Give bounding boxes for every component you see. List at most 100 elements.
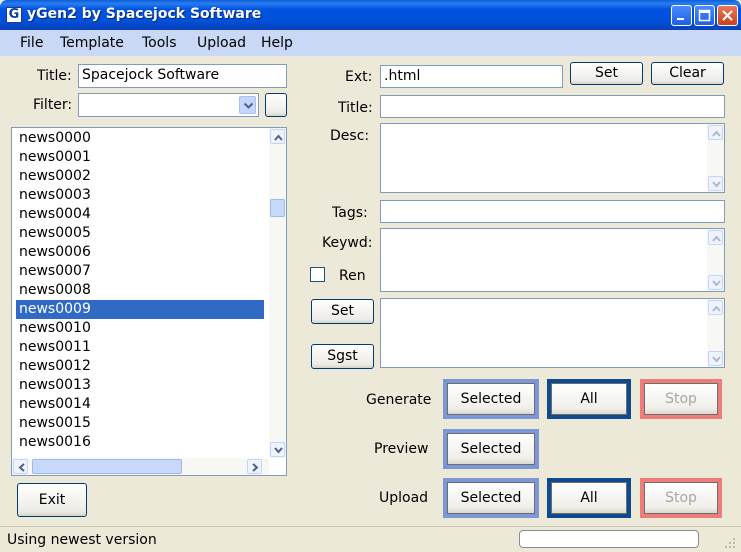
list-item[interactable]: news0016	[16, 433, 264, 452]
generate-selected-frame: Selected	[443, 379, 539, 419]
chevron-left-icon	[18, 463, 25, 472]
set-button[interactable]: Set	[311, 299, 374, 324]
scroll-up-button[interactable]	[270, 129, 285, 144]
filter-apply-button[interactable]	[265, 93, 287, 117]
chevron-right-icon	[252, 463, 259, 472]
preview-selected-button[interactable]: Selected	[447, 433, 535, 465]
generate-label: Generate	[366, 392, 432, 408]
menu-tools[interactable]: Tools	[142, 35, 177, 51]
upload-selected-button[interactable]: Selected	[447, 482, 535, 514]
suggestions-scrollbar[interactable]	[707, 299, 724, 367]
filter-dropdown-button[interactable]	[239, 96, 256, 114]
desc-scrollbar[interactable]	[707, 124, 724, 192]
close-button[interactable]	[717, 5, 738, 26]
list-item[interactable]: news0005	[16, 224, 264, 243]
progress-bar	[519, 530, 699, 548]
list-item[interactable]: news0003	[16, 186, 264, 205]
exit-button[interactable]: Exit	[17, 483, 87, 517]
upload-selected-frame: Selected	[443, 478, 539, 518]
filter-label: Filter:	[33, 97, 73, 113]
desc-textarea[interactable]	[380, 123, 725, 193]
clear-button[interactable]: Clear	[651, 62, 724, 85]
upload-all-frame: All	[547, 478, 631, 518]
list-item[interactable]: news0009	[16, 300, 264, 319]
list-item[interactable]: news0006	[16, 243, 264, 262]
list-vertical-scrollbar[interactable]	[269, 128, 286, 458]
minimize-icon	[677, 18, 684, 20]
list-item[interactable]: news0014	[16, 395, 264, 414]
filter-combobox[interactable]	[78, 93, 259, 117]
list-item[interactable]: news0000	[16, 129, 264, 148]
desc-scroll-down[interactable]	[708, 176, 723, 191]
ext-input[interactable]: .html	[380, 65, 563, 88]
list-item[interactable]: news0004	[16, 205, 264, 224]
keywd-scroll-up[interactable]	[708, 230, 723, 245]
keywd-textarea[interactable]	[380, 228, 725, 292]
menu-help[interactable]: Help	[261, 35, 293, 51]
tags-label: Tags:	[332, 205, 368, 221]
suggestions-scroll-down[interactable]	[708, 351, 723, 366]
suggestions-textarea[interactable]	[380, 298, 725, 368]
list-horizontal-scrollbar[interactable]	[12, 458, 269, 475]
list-item[interactable]: news0008	[16, 281, 264, 300]
upload-all-button[interactable]: All	[551, 482, 627, 514]
ext-label: Ext:	[345, 69, 373, 85]
chevron-down-icon	[712, 280, 721, 287]
generate-all-frame: All	[547, 379, 631, 419]
desc-label: Desc:	[330, 128, 370, 144]
upload-stop-frame: Stop	[640, 478, 722, 518]
ren-checkbox[interactable]	[310, 267, 325, 282]
menu-template[interactable]: Template	[60, 35, 124, 51]
ext-set-button[interactable]: Set	[570, 62, 643, 85]
generate-stop-frame: Stop	[640, 379, 722, 419]
generate-all-button[interactable]: All	[551, 383, 627, 415]
chevron-down-icon	[243, 102, 254, 109]
generate-selected-button[interactable]: Selected	[447, 383, 535, 415]
menu-file[interactable]: File	[20, 35, 43, 51]
window-title: yGen2 by Spacejock Software	[27, 6, 262, 22]
list-item[interactable]: news0010	[16, 319, 264, 338]
suggestions-scroll-up[interactable]	[708, 300, 723, 315]
desc-scroll-up[interactable]	[708, 125, 723, 140]
upload-stop-button[interactable]: Stop	[644, 482, 718, 514]
status-text: Using newest version	[7, 532, 157, 548]
minimize-button[interactable]	[671, 5, 692, 26]
right-title-input[interactable]	[380, 95, 725, 118]
scroll-right-button[interactable]	[247, 459, 262, 474]
template-list[interactable]: news0000 news0001 news0002 news0003 news0004…	[11, 127, 287, 476]
list-item[interactable]: news0001	[16, 148, 264, 167]
chevron-up-icon	[712, 235, 721, 242]
chevron-down-icon	[712, 181, 721, 188]
scroll-left-button[interactable]	[13, 459, 28, 474]
keywd-label: Keywd:	[322, 235, 373, 251]
list-item[interactable]: news0002	[16, 167, 264, 186]
horizontal-scroll-thumb[interactable]	[32, 459, 182, 474]
maximize-button[interactable]	[694, 5, 715, 26]
keywd-scrollbar[interactable]	[707, 229, 724, 291]
list-item[interactable]: news0007	[16, 262, 264, 281]
list-item[interactable]: news0011	[16, 338, 264, 357]
close-icon	[722, 10, 733, 21]
menu-bar: File Template Tools Upload Help	[0, 30, 741, 56]
title-bar[interactable]: G yGen2 by Spacejock Software	[0, 0, 741, 30]
list-item[interactable]: news0013	[16, 376, 264, 395]
upload-label: Upload	[379, 490, 429, 506]
generate-stop-button[interactable]: Stop	[644, 383, 718, 415]
list-item[interactable]: news0015	[16, 414, 264, 433]
chevron-up-icon	[712, 130, 721, 137]
left-title-input[interactable]: Spacejock Software	[78, 64, 287, 88]
list-item[interactable]: news0012	[16, 357, 264, 376]
chevron-up-icon	[274, 134, 283, 141]
app-icon[interactable]: G	[6, 7, 22, 23]
vertical-scroll-thumb[interactable]	[270, 199, 285, 217]
resize-grip-icon[interactable]	[723, 536, 737, 550]
menu-upload[interactable]: Upload	[197, 35, 246, 51]
preview-label: Preview	[374, 441, 429, 457]
status-bar: Using newest version	[0, 526, 741, 552]
suggest-button[interactable]: Sgst	[311, 344, 374, 369]
tags-input[interactable]	[380, 200, 725, 223]
chevron-down-icon	[274, 447, 283, 454]
main-window: G yGen2 by Spacejock Software File Templ…	[0, 0, 741, 552]
keywd-scroll-down[interactable]	[708, 275, 723, 290]
scroll-down-button[interactable]	[270, 442, 285, 457]
